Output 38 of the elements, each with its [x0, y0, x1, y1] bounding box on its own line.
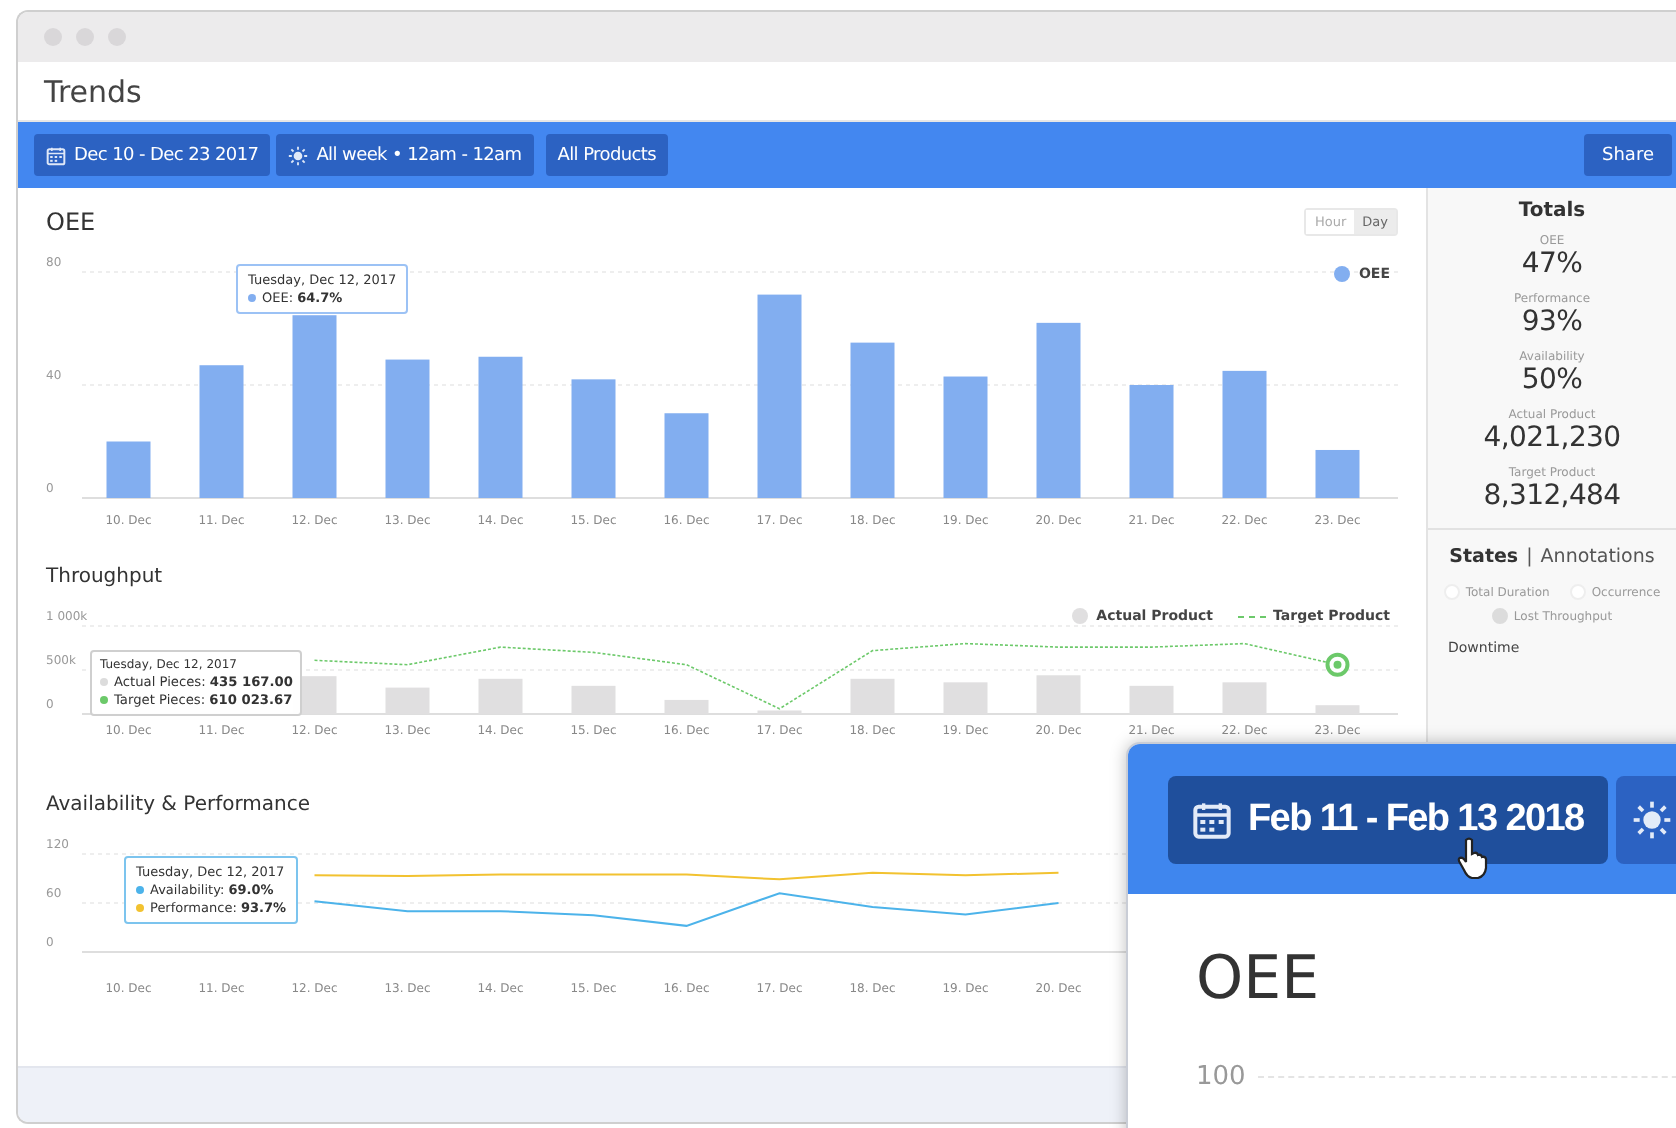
section-title: OEE [46, 208, 96, 236]
chart-bar [478, 356, 523, 498]
chart-bar [199, 365, 244, 498]
stat-value: 8,312,484 [1483, 480, 1621, 512]
tab-separator: | [1526, 546, 1533, 568]
stat-value: 93% [1521, 306, 1583, 338]
radio-button[interactable] [1491, 608, 1508, 624]
filter-button[interactable]: All week • 12am - 12am [276, 134, 534, 176]
chart-bar [1129, 385, 1174, 498]
filter-button[interactable]: All Products [545, 134, 669, 176]
sun-icon [288, 145, 309, 165]
chart-bar [1222, 370, 1267, 498]
stat-value: 50% [1521, 364, 1583, 396]
section-title: Availability & Performance [46, 794, 311, 820]
section-title: Throughput [46, 566, 163, 592]
date-range-button[interactable]: Feb 11 - Feb 13 2018 [1168, 775, 1608, 863]
stat-value: 47% [1521, 248, 1583, 280]
panel-tab[interactable]: Annotations [1540, 546, 1655, 568]
chart-bar [943, 376, 988, 498]
chart-bar [664, 413, 709, 498]
chart-bar [571, 379, 616, 498]
page-title: Trends [44, 73, 142, 109]
calendar-icon [1192, 799, 1232, 839]
chart-bar [385, 359, 430, 498]
share-button[interactable]: Share [1584, 134, 1672, 176]
time-filter-button[interactable] [1615, 775, 1676, 863]
chart-title: OEE [1196, 944, 1322, 1014]
filter-button[interactable]: Dec 10 - Dec 23 2017 [34, 134, 271, 176]
hand-cursor-icon [1456, 836, 1492, 880]
axis-label: 100 [1196, 1062, 1246, 1092]
stat-value: 4,021,230 [1483, 422, 1621, 454]
data-point-marker [1325, 652, 1350, 677]
sun-icon [1631, 799, 1672, 839]
chart-bar [106, 441, 151, 498]
panel-tab[interactable]: States [1449, 546, 1519, 568]
calendar-icon [46, 145, 66, 165]
chart-bar [1315, 450, 1360, 498]
panel-title: Totals [1518, 200, 1586, 222]
